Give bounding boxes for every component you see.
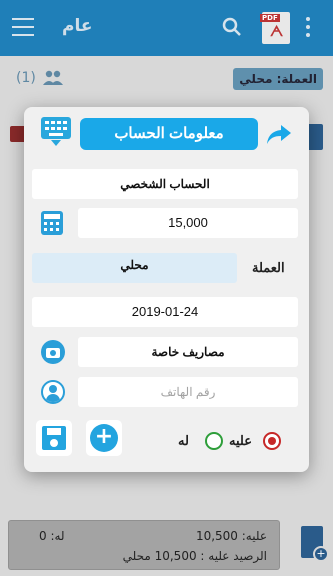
save-icon bbox=[42, 426, 66, 450]
account-info-dialog: معلومات الحساب الحساب الشخصي 15,000 محلي… bbox=[24, 107, 309, 472]
save-button[interactable] bbox=[36, 420, 72, 456]
phone-input[interactable]: رقم الهاتف bbox=[78, 377, 298, 407]
menu-icon[interactable] bbox=[12, 18, 34, 36]
add-button[interactable]: + bbox=[86, 420, 122, 456]
users-icon bbox=[42, 70, 63, 85]
account-name-field[interactable]: الحساب الشخصي bbox=[32, 169, 298, 199]
radio-credit-label: له bbox=[178, 433, 189, 448]
dialog-title-button[interactable]: معلومات الحساب bbox=[80, 118, 258, 150]
currency-badge[interactable]: العملة: محلي bbox=[233, 68, 323, 90]
amount-field[interactable]: 15,000 bbox=[78, 208, 298, 238]
share-icon[interactable] bbox=[266, 123, 292, 145]
app-title: عام bbox=[62, 16, 93, 36]
currency-select[interactable]: محلي bbox=[32, 253, 237, 283]
app-bar: عام PDF ᗅ bbox=[0, 0, 333, 56]
currency-label: العملة bbox=[252, 260, 285, 275]
calculator-icon[interactable] bbox=[41, 211, 63, 235]
search-icon[interactable] bbox=[222, 17, 242, 37]
person-icon[interactable] bbox=[41, 380, 65, 404]
pdf-icon[interactable]: PDF ᗅ bbox=[260, 12, 290, 44]
radio-credit[interactable] bbox=[205, 432, 223, 450]
users-count: (1) bbox=[16, 70, 64, 86]
date-field[interactable]: 2019-01-24 bbox=[32, 297, 298, 327]
summary-balance: الرصيد عليه : 10,500 محلي bbox=[122, 549, 267, 563]
summary-credit: له: 0 bbox=[39, 529, 65, 543]
add-file-icon[interactable]: + bbox=[301, 526, 329, 562]
more-icon[interactable] bbox=[306, 17, 312, 39]
summary-debit: عليه: 10,500 bbox=[195, 529, 267, 543]
add-icon: + bbox=[90, 424, 118, 452]
category-field[interactable]: مصاريف خاصة bbox=[78, 337, 298, 367]
radio-debit-label: عليه bbox=[229, 433, 252, 448]
keyboard-icon[interactable] bbox=[41, 117, 71, 149]
camera-icon[interactable] bbox=[41, 340, 65, 364]
pdf-tag: PDF bbox=[260, 14, 280, 22]
balance-summary: عليه: 10,500 له: 0 الرصيد عليه : 10,500 … bbox=[8, 520, 280, 570]
users-count-label: (1) bbox=[16, 70, 36, 86]
radio-debit[interactable] bbox=[263, 432, 281, 450]
